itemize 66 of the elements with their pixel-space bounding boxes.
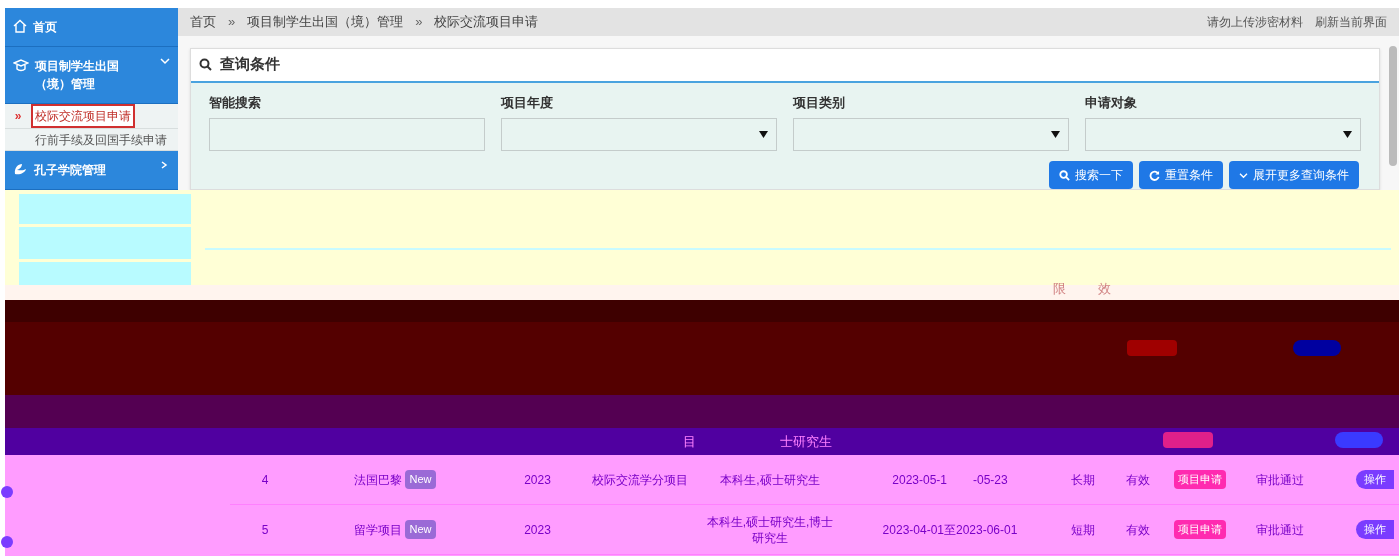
table-cell-text: 法国巴黎 bbox=[354, 471, 403, 489]
table-cell-text: 2023 bbox=[523, 471, 552, 489]
chevron-icon bbox=[160, 161, 170, 169]
dropdown-arrow-icon bbox=[759, 131, 768, 138]
select-field[interactable] bbox=[1085, 118, 1361, 151]
table-cell-text: 2023 bbox=[523, 521, 552, 539]
menu-link[interactable]: 校际交流项目申请 bbox=[31, 104, 135, 128]
field-label: 申请对象 bbox=[1085, 93, 1138, 112]
table-cell-text: 短期 bbox=[1069, 521, 1096, 539]
tag-shape bbox=[1293, 340, 1341, 356]
type-badge: 项目申请 bbox=[1174, 470, 1226, 489]
dropdown-arrow-icon bbox=[1343, 131, 1352, 138]
double-chevron-icon: » bbox=[5, 107, 31, 125]
new-badge: New bbox=[405, 470, 436, 489]
tag-shape bbox=[1335, 432, 1383, 448]
action-button[interactable]: 操作 bbox=[1356, 520, 1394, 539]
field-label: 项目年度 bbox=[501, 93, 554, 112]
table-cell-text: 校际交流学分项目 bbox=[591, 471, 689, 488]
table-cell-text: 审批通过 bbox=[1255, 521, 1305, 539]
new-badge: New bbox=[405, 520, 436, 539]
table-cell-text: 长期 bbox=[1069, 471, 1096, 489]
dropdown-arrow-icon bbox=[1051, 131, 1060, 138]
breadcrumb-link[interactable]: 首页 bbox=[190, 12, 216, 32]
tag-shape bbox=[1163, 432, 1213, 448]
column-header: 限 bbox=[1053, 280, 1066, 298]
breadcrumb-separator: » bbox=[228, 13, 236, 31]
tag-shape bbox=[1127, 340, 1177, 356]
type-badge: 项目申请 bbox=[1174, 520, 1226, 539]
table-cell-text: -05-23 bbox=[973, 471, 1008, 489]
graduation-cap-icon bbox=[13, 58, 29, 72]
input-field[interactable] bbox=[209, 118, 485, 151]
header-link[interactable]: 刷新当前界面 bbox=[1315, 12, 1387, 31]
chevron-icon bbox=[160, 57, 170, 65]
table-cell-text: 4 bbox=[260, 471, 270, 489]
column-header: 效 bbox=[1098, 280, 1111, 298]
header-link[interactable]: 请勿上传涉密材料 bbox=[1207, 12, 1303, 31]
search-icon bbox=[199, 58, 212, 71]
breadcrumb-separator: » bbox=[415, 13, 423, 31]
field-label: 项目类别 bbox=[793, 93, 846, 112]
table-cell-text: 士研究生 bbox=[780, 433, 832, 451]
action-button[interactable]: 操作 bbox=[1356, 470, 1394, 489]
select-field[interactable] bbox=[793, 118, 1069, 151]
table-cell-text: 本科生,硕士研究生,博士研究生 bbox=[705, 513, 835, 546]
table-cell-text: 有效 bbox=[1124, 521, 1151, 539]
breadcrumb-link[interactable]: 项目制学生出国（境）管理 bbox=[247, 12, 404, 32]
reset-button[interactable]: 重置条件 bbox=[1139, 161, 1223, 189]
select-field[interactable] bbox=[501, 118, 777, 151]
expand-button[interactable]: 展开更多查询条件 bbox=[1229, 161, 1359, 189]
table-cell-text: 审批通过 bbox=[1255, 471, 1305, 489]
breadcrumb-link[interactable]: 校际交流项目申请 bbox=[434, 12, 539, 32]
search-icon bbox=[1059, 169, 1070, 181]
search-button[interactable]: 搜索一下 bbox=[1049, 161, 1133, 189]
table-cell-text: 留学项目 bbox=[354, 521, 403, 539]
table-cell-text: 有效 bbox=[1124, 471, 1151, 489]
table-cell-text: 本科生,硕士研究生 bbox=[719, 471, 821, 488]
table-cell-text: 2023-05-1 bbox=[892, 471, 947, 489]
table-cell-text: 目 bbox=[683, 433, 696, 451]
field-label: 智能搜索 bbox=[209, 93, 262, 112]
table-cell-text: 5 bbox=[260, 521, 270, 539]
refresh-icon bbox=[1149, 169, 1160, 181]
leaf-icon bbox=[13, 162, 28, 176]
chevron-icon bbox=[1239, 171, 1248, 179]
scrollbar[interactable] bbox=[1389, 45, 1397, 166]
panel-title: 查询条件 bbox=[220, 54, 280, 75]
table-cell-text: 2023-04-01至2023-06-01 bbox=[882, 521, 1018, 539]
home-icon bbox=[13, 19, 27, 33]
